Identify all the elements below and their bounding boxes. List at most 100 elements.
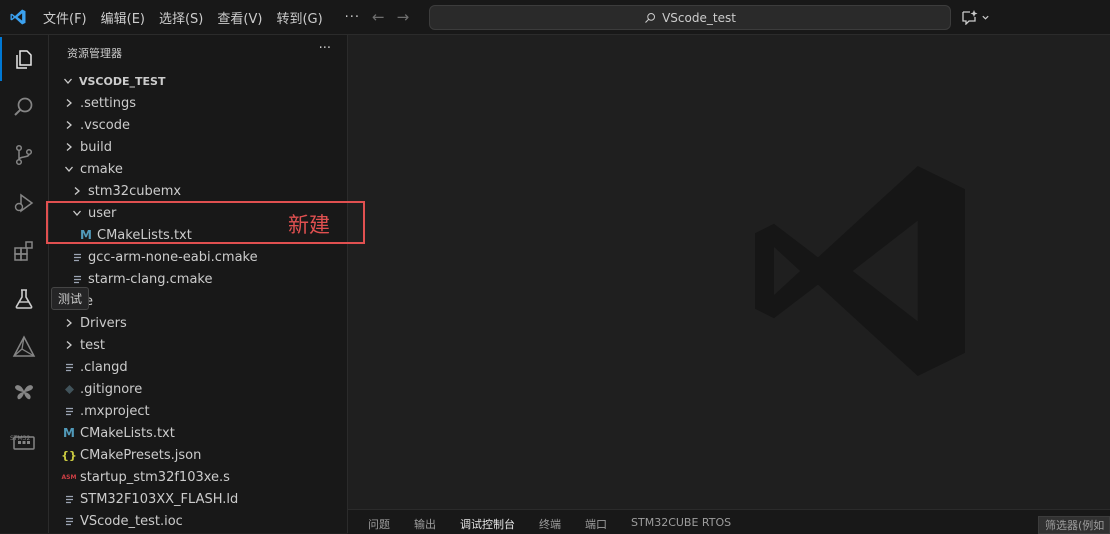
chevron-right-icon	[62, 340, 76, 350]
text-file-icon	[62, 516, 76, 527]
cmake-icon	[12, 335, 36, 357]
activity-remote[interactable]	[0, 421, 48, 465]
title-bar: 文件(F) 编辑(E) 选择(S) 查看(V) 转到(G) ··· ← → VS…	[0, 0, 1110, 35]
activity-testing[interactable]	[0, 277, 48, 321]
chevron-down-icon	[61, 76, 75, 86]
asm-file-icon: ASM	[61, 473, 77, 481]
tree-file-mxproject[interactable]: .mxproject	[49, 400, 347, 422]
back-arrow-icon[interactable]: ←	[372, 8, 385, 26]
tree-item-label: starm-clang.cmake	[88, 271, 213, 287]
tree-folder-drivers[interactable]: Drivers	[49, 312, 347, 334]
text-file-icon	[70, 274, 84, 285]
search-icon	[14, 97, 33, 116]
tree-item-label: CMakePresets.json	[80, 447, 202, 463]
tree-folder-re[interactable]: re	[49, 290, 347, 312]
tab-terminal[interactable]: 终端	[539, 516, 561, 532]
vscode-logo-icon	[10, 9, 26, 25]
explorer-more-button[interactable]: ···	[319, 41, 331, 56]
tree-folder-stm32cubemx[interactable]: stm32cubemx	[49, 180, 347, 202]
chevron-right-icon	[62, 318, 76, 328]
search-icon	[645, 12, 656, 23]
menu-edit[interactable]: 编辑(E)	[101, 8, 145, 27]
tree-file-stm32f103xx-flash-ld[interactable]: STM32F103XX_FLASH.ld	[49, 488, 347, 510]
activity-search[interactable]	[0, 85, 48, 129]
tab-stm32cube-rtos[interactable]: STM32CUBE RTOS	[631, 516, 731, 529]
tab-ports[interactable]: 端口	[585, 516, 607, 532]
explorer-sidebar: 资源管理器 ··· VSCODE_TEST .settings .vscode bui…	[49, 35, 348, 533]
tree-file-starm-clang-cmake[interactable]: starm-clang.cmake	[49, 268, 347, 290]
chevron-right-icon	[62, 98, 76, 108]
activity-stm32[interactable]	[0, 371, 48, 415]
tree-item-label: build	[80, 139, 112, 155]
tree-item-label: startup_stm32f103xe.s	[80, 469, 230, 485]
run-debug-icon	[14, 193, 34, 213]
tree-file-startup-stm32f103xe-s[interactable]: ASM startup_stm32f103xe.s	[49, 466, 347, 488]
tree-item-label: cmake	[80, 161, 123, 177]
activity-run-debug[interactable]	[0, 181, 48, 225]
text-file-icon	[62, 494, 76, 505]
chevron-down-icon	[62, 164, 76, 174]
tree-folder-vscode[interactable]: .vscode	[49, 114, 347, 136]
tree-item-label: .gitignore	[80, 381, 143, 397]
menu-view[interactable]: 查看(V)	[217, 8, 262, 27]
tab-problems[interactable]: 问题	[368, 516, 390, 532]
tree-folder-vscode-test[interactable]: VSCODE_TEST	[49, 70, 347, 92]
tree-file-gitignore[interactable]: .gitignore	[49, 378, 347, 400]
menu-selection[interactable]: 选择(S)	[159, 8, 203, 27]
command-center-search[interactable]: VScode_test	[429, 5, 951, 30]
forward-arrow-icon[interactable]: →	[397, 8, 410, 26]
chevron-right-icon	[62, 142, 76, 152]
extensions-icon	[14, 241, 33, 261]
tree-item-label: stm32cubemx	[88, 183, 182, 199]
testing-icon	[15, 289, 33, 309]
navigation-arrows: ← →	[372, 8, 409, 26]
vscode-watermark-icon	[755, 166, 965, 376]
tree-folder-cmake[interactable]: cmake	[49, 158, 347, 180]
stm32-icon	[15, 385, 33, 400]
tree-item-label: CMakeLists.txt	[80, 425, 175, 441]
chat-button[interactable]	[961, 9, 990, 25]
activity-cmake[interactable]	[0, 325, 48, 369]
tree-folder-test[interactable]: test	[49, 334, 347, 356]
text-file-icon	[62, 406, 76, 417]
tree-file-cmakelists-txt[interactable]: M CMakeLists.txt	[49, 422, 347, 444]
tree-item-label: .settings	[80, 95, 136, 111]
git-file-icon	[62, 384, 76, 395]
search-text: VScode_test	[662, 10, 736, 25]
chat-sparkle-icon	[962, 10, 978, 25]
chevron-right-icon	[70, 186, 84, 196]
tree-item-label: VScode_test.ioc	[80, 513, 183, 529]
menu-go[interactable]: 转到(G)	[276, 8, 322, 27]
tab-debug-console[interactable]: 调试控制台	[460, 516, 515, 532]
menu-more-button[interactable]: ···	[345, 10, 360, 25]
editor-area	[348, 35, 1110, 509]
panel-tab-bar: 问题 输出 调试控制台 终端 端口 STM32CUBE RTOS 筛选器(例如	[348, 509, 1110, 534]
tree-item-label: .mxproject	[80, 403, 150, 419]
menu-file[interactable]: 文件(F)	[43, 8, 87, 27]
tab-output[interactable]: 输出	[414, 516, 436, 532]
tree-file-gcc-arm-none-eabi-cmake[interactable]: gcc-arm-none-eabi.cmake	[49, 246, 347, 268]
tree-item-label: STM32F103XX_FLASH.ld	[80, 491, 239, 507]
activity-source-control[interactable]	[0, 133, 48, 177]
explorer-title: 资源管理器	[67, 47, 122, 60]
file-tree: VSCODE_TEST .settings .vscode build cmake stm…	[49, 70, 347, 532]
tree-item-label: Drivers	[80, 315, 127, 331]
tree-folder-build[interactable]: build	[49, 136, 347, 158]
activity-extensions[interactable]	[0, 229, 48, 273]
annotation-label: 新建	[288, 213, 330, 237]
activity-bar: STM32	[0, 35, 49, 533]
text-file-icon	[70, 252, 84, 263]
tree-root-label: VSCODE_TEST	[79, 74, 166, 88]
chevron-down-icon	[982, 15, 989, 20]
menu-bar: 文件(F) 编辑(E) 选择(S) 查看(V) 转到(G) ···	[43, 0, 360, 34]
tree-file-vscode-test-ioc[interactable]: VScode_test.ioc	[49, 510, 347, 532]
filter-input[interactable]: 筛选器(例如	[1038, 516, 1110, 534]
tree-file-clangd[interactable]: .clangd	[49, 356, 347, 378]
json-file-icon: {}	[61, 448, 77, 462]
activity-explorer[interactable]	[0, 37, 48, 81]
tree-item-label: .clangd	[80, 359, 128, 375]
tree-item-label: .vscode	[80, 117, 130, 133]
tree-folder-settings[interactable]: .settings	[49, 92, 347, 114]
testing-tooltip: 测试	[51, 287, 90, 310]
tree-file-cmakepresets-json[interactable]: {} CMakePresets.json	[49, 444, 347, 466]
